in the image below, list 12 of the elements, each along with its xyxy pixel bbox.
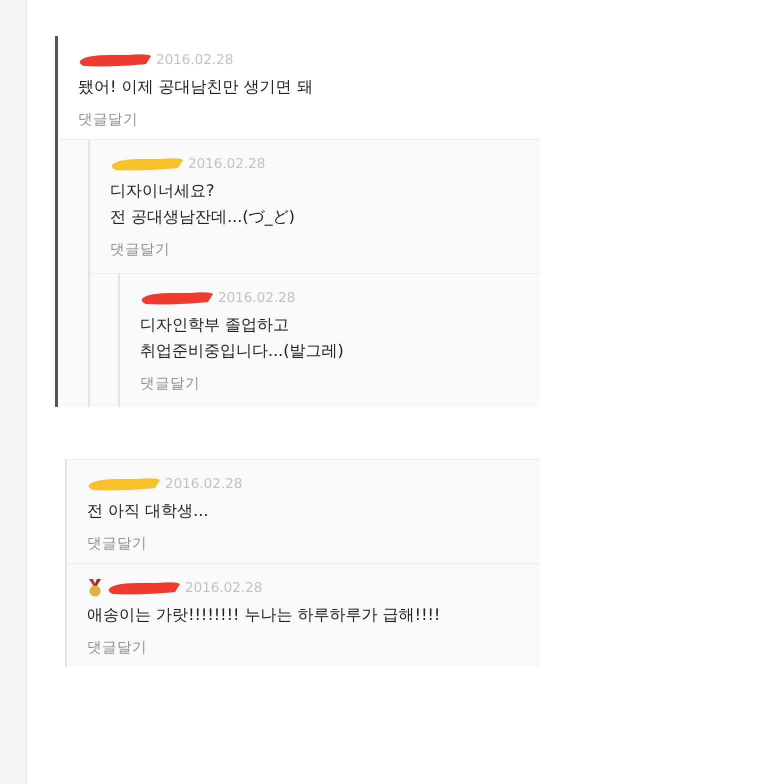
comment-text: 디자인학부 졸업하고 취업준비중입니다...(발그레) <box>140 314 345 362</box>
comment-text: 전 아직 대학생... <box>87 500 210 522</box>
medal-icon <box>87 579 103 597</box>
reply-link[interactable]: 댓글달기 <box>78 110 138 129</box>
reply-link[interactable]: 댓글달기 <box>110 240 170 259</box>
comment-text: 디자이너세요? 전 공대생남잔데...(づ_ど) <box>110 180 296 228</box>
comment-date: 2016.02.28 <box>156 52 234 68</box>
reply-link[interactable]: 댓글달기 <box>87 534 147 553</box>
reply-link[interactable]: 댓글달기 <box>140 374 200 393</box>
comment-text: 애송이는 가랏!!!!!!!! 누나는 하루하루가 급해!!!! <box>87 604 442 626</box>
reply-link[interactable]: 댓글달기 <box>87 638 147 657</box>
comment-text: 됐어! 이제 공대남친만 생기면 돼 <box>78 76 314 98</box>
